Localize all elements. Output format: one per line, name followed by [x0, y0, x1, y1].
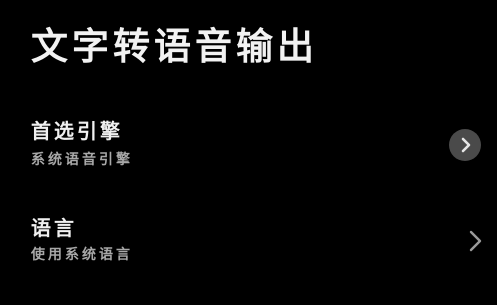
tts-settings-screen: { "header": { "title": "文字转语音输出" }, "set… [0, 0, 497, 305]
chevron-right-icon[interactable] [466, 229, 486, 253]
preferred-engine-row[interactable]: 首选引擎 系统语音引擎 [0, 112, 497, 182]
preferred-engine-value: 系统语音引擎 [31, 152, 133, 168]
preferred-engine-label: 首选引擎 [31, 119, 123, 143]
language-value: 使用系统语言 [31, 247, 133, 263]
language-row[interactable]: 语言 使用系统语言 [0, 210, 497, 272]
chevron-right-circle-icon[interactable] [449, 129, 481, 161]
chevron-right-icon-glyph [461, 137, 471, 153]
page-title: 文字转语音输出 [31, 25, 318, 68]
language-label: 语言 [31, 216, 77, 240]
